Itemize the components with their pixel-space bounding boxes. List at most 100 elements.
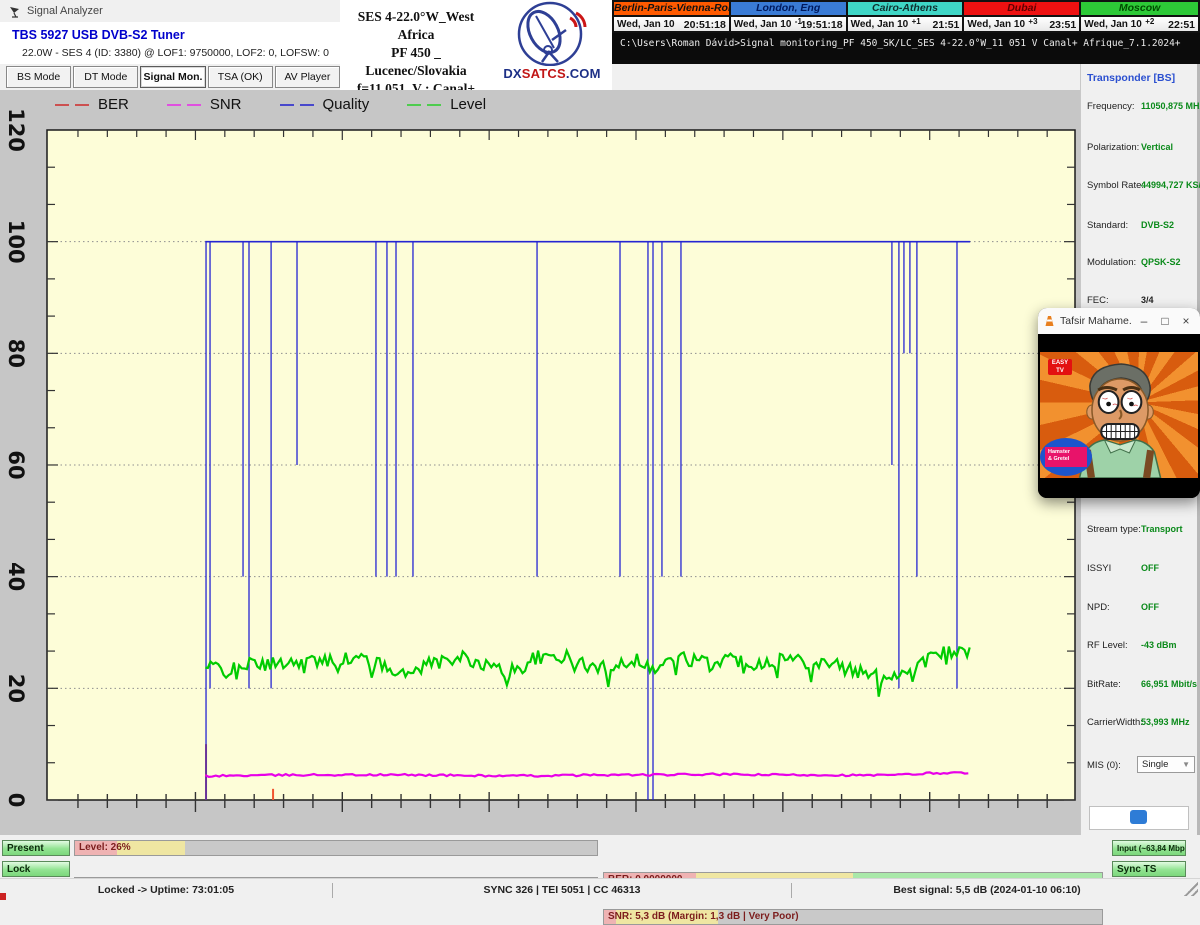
y-axis-label: 100 [4, 220, 28, 264]
transponder-row-label: NPD: [1087, 602, 1110, 613]
monitoring-info-box: SES 4-22.0°W_West Africa PF 450 _ Lucene… [340, 0, 492, 90]
chart-legend: BER SNR Quality Level [55, 96, 486, 113]
clock-utc-offset: +3 [1028, 17, 1037, 26]
legend-dash-icon [167, 104, 201, 106]
clock-dubai: Dubai Wed, Jan 10+3 23:51 [964, 2, 1081, 31]
transponder-row-label: Stream type: [1087, 524, 1141, 535]
tuner-header: TBS 5927 USB DVB-S2 Tuner 22.0W - SES 4 … [0, 22, 340, 64]
legend-item-snr: SNR [167, 96, 242, 113]
legend-label: Level [450, 96, 486, 113]
signal-chart: 120 100 80 60 40 20 0 [0, 90, 1080, 835]
transponder-row-value: 44994,727 KS/s [1141, 180, 1200, 190]
clock-utc-offset: +1 [912, 17, 921, 26]
video-window-titlebar[interactable]: Tafsir Mahame... – □ × [1038, 308, 1200, 335]
console-prompt: C:\Users\Roman Dávid>Signal monitoring_P… [612, 33, 1200, 64]
transponder-row-label: Symbol Rate: [1087, 180, 1144, 191]
video-player-window[interactable]: Tafsir Mahame... – □ × [1038, 308, 1200, 498]
legend-label: SNR [210, 96, 242, 113]
legend-dash-icon [407, 104, 441, 106]
tuner-details: 22.0W - SES 4 (ID: 3380) @ LOF1: 9750000… [22, 47, 329, 59]
clock-date: Wed, Jan 10 [1084, 19, 1142, 30]
transponder-row-label: CarrierWidth: [1087, 717, 1143, 728]
clock-time: 23:51 [1049, 19, 1076, 31]
sticker-title-line1: Hamster [1048, 449, 1087, 456]
y-axis-label: 60 [4, 450, 28, 479]
legend-dash-icon [55, 104, 89, 106]
legend-item-level: Level [407, 96, 486, 113]
statusbar-best-signal: Best signal: 5,5 dB (2024-01-10 06:10) [792, 884, 1182, 896]
statusbar-sync: SYNC 326 | TEI 5051 | CC 46313 [333, 884, 791, 896]
y-axis-label: 20 [4, 674, 28, 703]
video-window-title: Tafsir Mahame... [1060, 315, 1131, 327]
clock-time: 21:51 [933, 19, 960, 31]
sync-ts-badge: Sync TS [1112, 861, 1186, 877]
clock-utc-offset: +2 [1145, 17, 1154, 26]
info-line-site: PF 450 _ Lucenec/Slovakia [340, 44, 492, 80]
y-axis-label: 40 [4, 562, 28, 591]
clock-time: 19:51:18 [801, 19, 843, 31]
clock-city-label: London, Eng [731, 2, 846, 17]
sticker-title-line2: & Gretel [1048, 456, 1087, 463]
vlc-cone-icon [1044, 315, 1055, 327]
mis-dropdown[interactable]: Single ▼ [1137, 756, 1195, 773]
clock-time: 22:51 [1168, 19, 1195, 31]
dt-mode-button[interactable]: DT Mode [73, 66, 138, 88]
transponder-row-label: Frequency: [1087, 101, 1135, 112]
satellite-dish-icon [492, 0, 612, 66]
corner-artifact [0, 893, 6, 900]
clock-cairo-athens: Cairo-AthensWed, Jan 10+121:51 [848, 2, 965, 31]
signal-chart-zone: BER SNR Quality Level 120 100 80 60 40 20 0 [0, 90, 1080, 835]
legend-item-quality: Quality [280, 96, 370, 113]
y-axis-label: 0 [4, 793, 28, 808]
present-badge: Present [2, 840, 70, 856]
snr-bar-text: SNR: 5,3 dB (Margin: 1,3 dB | Very Poor) [608, 911, 799, 922]
transponder-row-value: 11050,875 MHz [1141, 101, 1200, 111]
video-content[interactable]: EASYTV Hamster & Gretel [1038, 334, 1200, 498]
input-badge: Input (~63,84 Mbps) [1112, 840, 1186, 856]
legend-label: Quality [323, 96, 370, 113]
legend-dash-icon [280, 104, 314, 106]
panel-input-field[interactable] [1089, 806, 1189, 830]
chevron-down-icon: ▼ [1182, 760, 1190, 769]
minimize-button[interactable]: – [1136, 314, 1152, 328]
clock-city-label: Moscow [1081, 2, 1198, 17]
level-bar: Level: 26% [74, 840, 598, 856]
app-title: Signal Analyzer [27, 5, 103, 17]
tuner-name: TBS 5927 USB DVB-S2 Tuner [12, 28, 185, 42]
transponder-row-value: 53,993 MHz [1141, 717, 1190, 727]
resize-grip[interactable] [1184, 882, 1198, 896]
lock-badge: Lock [2, 861, 70, 877]
clock-city-label: Dubai [964, 2, 1079, 17]
av-player-button[interactable]: AV Player [275, 66, 340, 88]
clock-berlin-paris-vienna-roma: Berlin-Paris-Vienna-RomaWed, Jan 1020:51… [614, 2, 731, 31]
transponder-row-label: FEC: [1087, 295, 1109, 306]
signal-mon-button[interactable]: Signal Mon. [140, 66, 205, 88]
legend-label: BER [98, 96, 129, 113]
mis-label: MIS (0): [1087, 760, 1121, 771]
statusbar: Locked -> Uptime: 73:01:05 SYNC 326 | TE… [0, 878, 1200, 901]
close-button[interactable]: × [1178, 314, 1194, 328]
transponder-row-label: ISSYI [1087, 563, 1111, 574]
transponder-row-value: Vertical [1141, 142, 1173, 152]
clock-city-label: Berlin-Paris-Vienna-Roma [614, 2, 729, 17]
clock-date: Wed, Jan 10 [851, 19, 909, 30]
bs-mode-button[interactable]: BS Mode [6, 66, 71, 88]
clock-date: Wed, Jan 10 [734, 19, 792, 30]
tsa-button[interactable]: TSA (OK) [208, 66, 273, 88]
y-axis-label: 80 [4, 339, 28, 368]
transponder-row-value: -43 dBm [1141, 640, 1177, 650]
level-bar-text: Level: 26% [79, 842, 131, 853]
clock-moscow: Moscow Wed, Jan 10+2 22:51 [1081, 2, 1198, 31]
transponder-header: Transponder [BS] [1087, 72, 1175, 84]
app-icon [8, 5, 21, 18]
panel-blue-icon[interactable] [1130, 810, 1147, 824]
logo-wordmark: DXSATCS.COM [492, 66, 612, 81]
clock-date: Wed, Jan 10 [967, 19, 1025, 30]
transponder-row-value: OFF [1141, 602, 1159, 612]
transponder-row-label: Standard: [1087, 220, 1128, 231]
statusbar-uptime: Locked -> Uptime: 73:01:05 [0, 884, 332, 896]
y-axis-label: 120 [4, 108, 28, 152]
snr-bar: SNR: 5,3 dB (Margin: 1,3 dB | Very Poor) [603, 909, 1103, 925]
maximize-button[interactable]: □ [1157, 314, 1173, 328]
transponder-row-value: Transport [1141, 524, 1183, 534]
